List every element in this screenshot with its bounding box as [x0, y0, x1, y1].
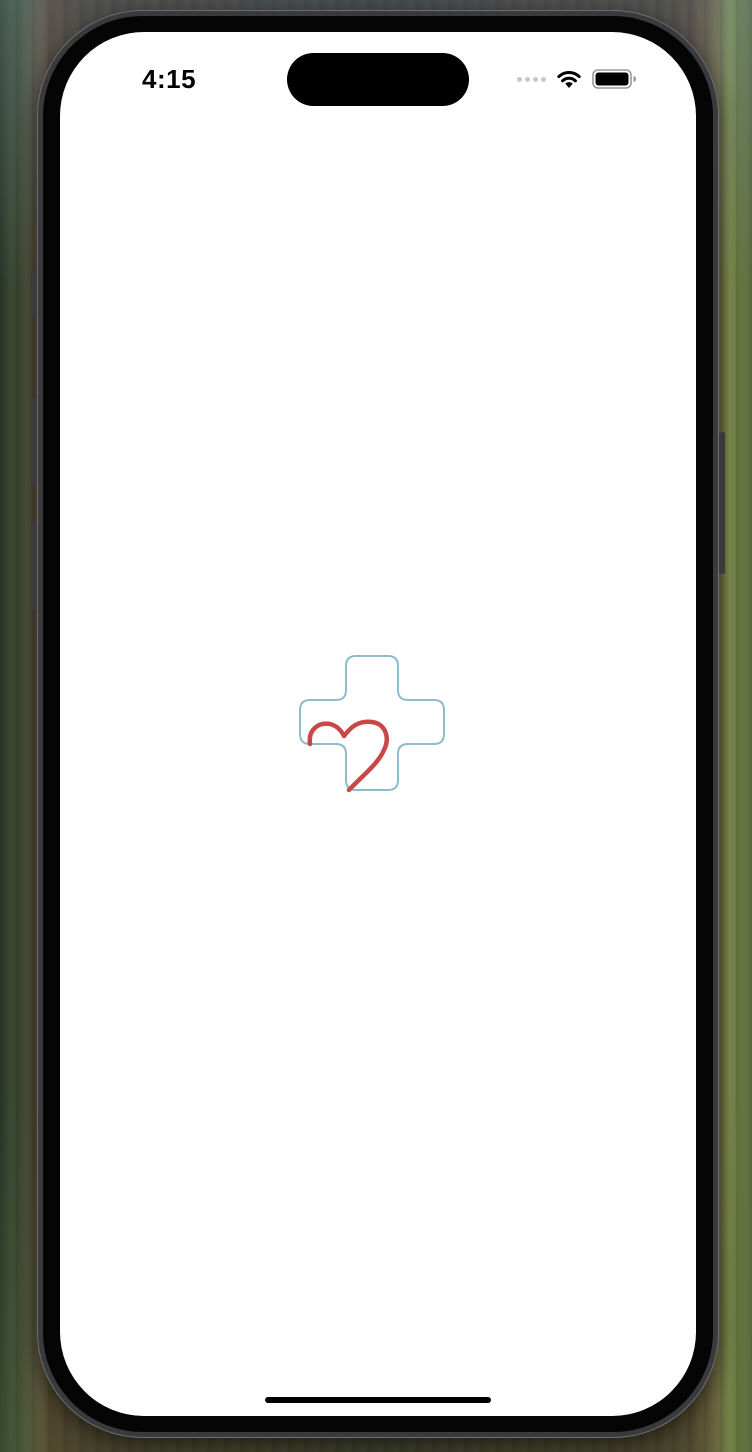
- volume-up-button: [31, 398, 37, 486]
- medical-cross-heart-logo-icon: [299, 655, 445, 793]
- action-button: [31, 270, 37, 316]
- dynamic-island: [287, 53, 469, 106]
- home-indicator[interactable]: [265, 1397, 491, 1403]
- power-button: [719, 432, 725, 574]
- volume-down-button: [31, 522, 37, 610]
- battery-icon: [592, 69, 636, 89]
- wifi-icon: [557, 70, 581, 88]
- cellular-signal-icon: [517, 76, 546, 82]
- app-screen: 4:15: [60, 32, 696, 1416]
- status-icons: [517, 68, 638, 90]
- status-time: 4:15: [142, 64, 197, 94]
